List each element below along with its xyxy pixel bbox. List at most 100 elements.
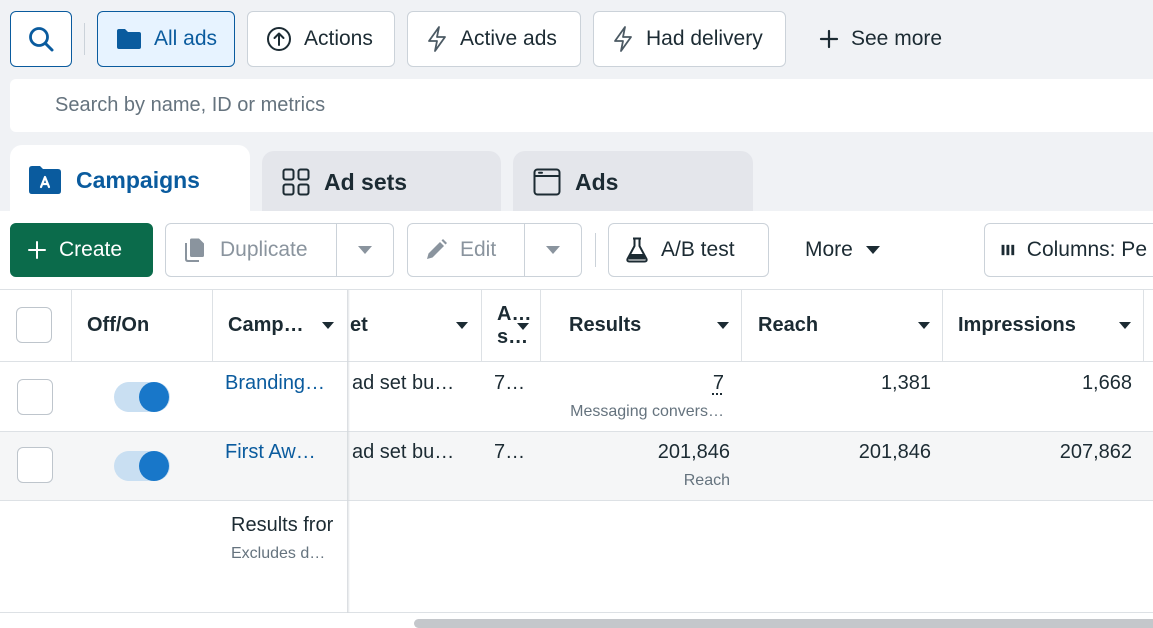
see-more-label: See more — [851, 27, 943, 50]
tab-ad-sets-label: Ad sets — [324, 168, 408, 195]
frozen-column-divider — [347, 290, 350, 613]
search-icon — [29, 27, 54, 52]
ab-test-label: A/B test — [661, 238, 735, 261]
actions-label: Actions — [304, 27, 373, 50]
column-header-bid-strategy[interactable]: et — [350, 290, 480, 361]
search-bar — [10, 79, 1153, 132]
sort-caret-icon — [456, 322, 468, 329]
column-separator — [741, 290, 742, 361]
caret-down-icon — [358, 246, 372, 254]
column-separator — [942, 290, 943, 361]
toggle-knob — [139, 382, 169, 412]
sort-caret-icon — [322, 322, 334, 329]
results-value[interactable]: 7 — [560, 372, 724, 395]
actions-button[interactable]: Actions — [247, 11, 395, 67]
had-delivery-label: Had delivery — [646, 27, 763, 50]
column-header-bid-strategy-label: et — [350, 314, 368, 336]
column-header-campaign-label: Camp… — [228, 314, 304, 336]
columns-button[interactable]: Columns: Pe — [984, 223, 1153, 277]
bid-strategy-cell: ad set bu… — [352, 441, 455, 463]
duplicate-icon — [185, 238, 204, 262]
column-header-results-label: Results — [569, 314, 642, 336]
toggle-knob — [139, 451, 169, 481]
search-input[interactable] — [55, 94, 755, 117]
attribution-cell: 7… — [494, 372, 526, 394]
horizontal-scrollbar[interactable] — [414, 619, 1153, 628]
column-separator — [540, 290, 541, 361]
column-separator — [1143, 290, 1144, 361]
ad-window-icon — [533, 168, 561, 196]
caret-down-icon — [546, 246, 560, 254]
impressions-value: 207,862 — [1059, 441, 1132, 463]
all-ads-label: All ads — [154, 27, 218, 50]
plus-icon — [819, 29, 839, 49]
all-ads-button[interactable]: All ads — [97, 11, 235, 67]
more-label: More — [805, 238, 853, 261]
columns-icon — [1001, 244, 1015, 256]
sort-caret-icon — [918, 322, 930, 329]
filter-divider — [84, 23, 85, 55]
row-checkbox[interactable] — [17, 379, 53, 415]
search-toggle-button[interactable] — [10, 11, 72, 67]
campaign-folder-icon — [29, 166, 61, 194]
grid-icon — [282, 168, 310, 196]
tab-campaigns-label: Campaigns — [76, 166, 200, 193]
column-header-off-on-label: Off/On — [87, 314, 150, 336]
edit-button[interactable]: Edit — [407, 223, 525, 277]
column-header-reach-label: Reach — [758, 314, 819, 336]
create-button[interactable]: Create — [10, 223, 153, 277]
column-header-impressions[interactable]: Impressions — [958, 290, 1138, 361]
column-header-results[interactable]: Results — [569, 290, 739, 361]
see-more-button[interactable]: See more — [800, 11, 970, 67]
duplicate-button[interactable]: Duplicate — [165, 223, 337, 277]
duplicate-label: Duplicate — [220, 238, 308, 261]
row-divider — [0, 431, 1153, 432]
row-divider — [0, 500, 1153, 501]
reach-value: 1,381 — [880, 372, 931, 394]
pencil-icon — [427, 239, 447, 259]
columns-label: Columns: Pe — [1026, 238, 1147, 261]
tab-ads[interactable]: Ads — [513, 151, 753, 213]
column-separator — [212, 290, 213, 361]
arrow-up-circle-icon — [267, 27, 291, 51]
column-header-campaign[interactable]: Camp… — [228, 290, 346, 361]
tab-campaigns[interactable]: Campaigns — [10, 145, 250, 215]
header-bottom-border — [0, 361, 1153, 362]
impressions-value: 1,668 — [1081, 372, 1132, 394]
column-separator — [71, 290, 72, 361]
tab-ads-label: Ads — [575, 168, 619, 195]
footer-bottom-border — [0, 612, 1153, 613]
column-header-attribution[interactable]: A… s… — [497, 290, 539, 361]
active-ads-label: Active ads — [460, 27, 557, 50]
campaign-toggle[interactable] — [114, 451, 170, 481]
sort-caret-icon — [517, 323, 529, 330]
results-type-label: Messaging convers… — [570, 403, 724, 420]
sort-caret-icon — [1119, 322, 1131, 329]
plus-icon — [28, 241, 46, 259]
flask-icon — [626, 237, 648, 263]
bid-strategy-cell: ad set bu… — [352, 372, 455, 394]
lightning-icon — [614, 26, 632, 52]
active-ads-button[interactable]: Active ads — [407, 11, 581, 67]
column-header-off-on[interactable]: Off/On — [87, 290, 207, 361]
more-button[interactable]: More — [788, 223, 908, 277]
select-all-checkbox[interactable] — [16, 307, 52, 343]
campaign-name-link[interactable]: First Aw… — [225, 441, 316, 464]
results-type-label: Reach — [683, 472, 730, 489]
column-header-impressions-label: Impressions — [958, 314, 1076, 336]
column-header-reach[interactable]: Reach — [758, 290, 938, 361]
attribution-cell: 7… — [494, 441, 526, 463]
results-value: 201,846 — [657, 441, 730, 463]
results-summary-subtitle: Excludes d… — [231, 545, 326, 562]
duplicate-dropdown-button[interactable] — [336, 223, 394, 277]
column-separator — [481, 290, 482, 361]
reach-value: 201,846 — [858, 441, 931, 463]
tab-ad-sets[interactable]: Ad sets — [262, 151, 501, 213]
ab-test-button[interactable]: A/B test — [608, 223, 769, 277]
edit-dropdown-button[interactable] — [524, 223, 582, 277]
row-checkbox[interactable] — [17, 447, 53, 483]
caret-down-icon — [865, 246, 880, 254]
campaign-toggle[interactable] — [114, 382, 170, 412]
had-delivery-button[interactable]: Had delivery — [593, 11, 786, 67]
campaign-name-link[interactable]: Branding… — [225, 372, 325, 395]
